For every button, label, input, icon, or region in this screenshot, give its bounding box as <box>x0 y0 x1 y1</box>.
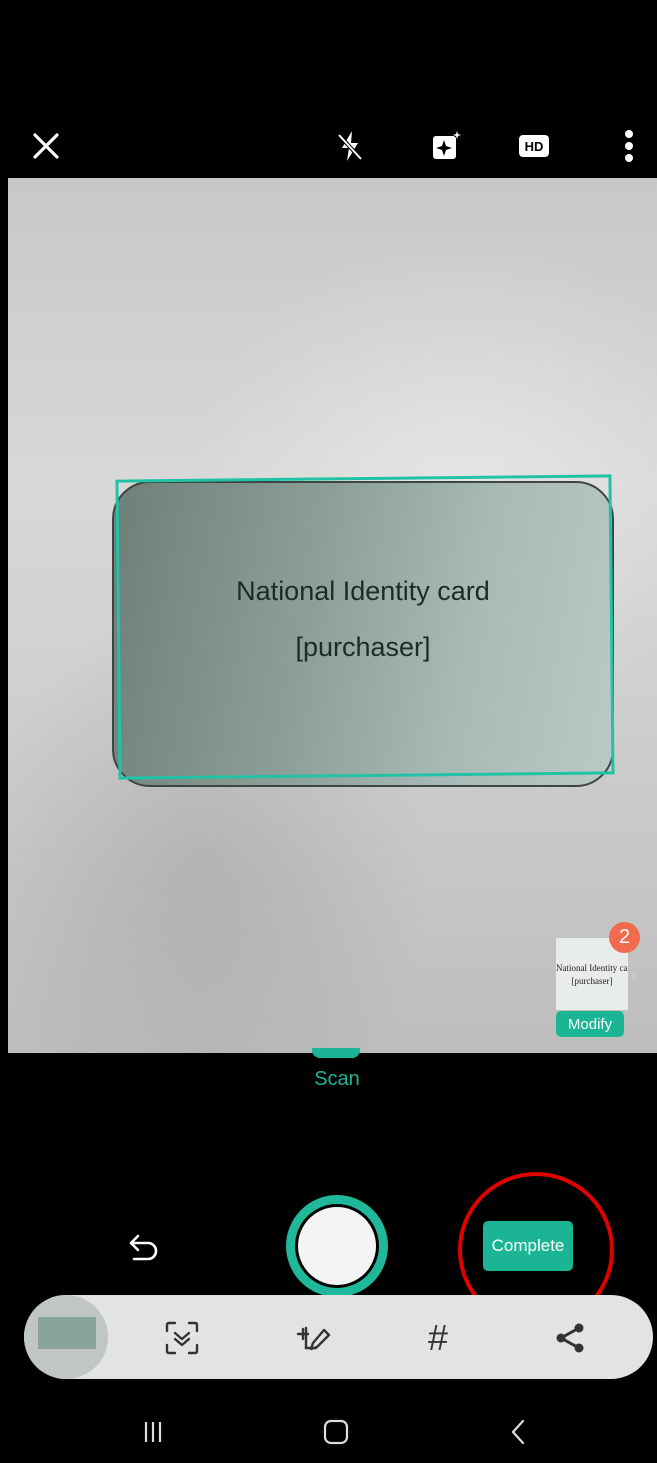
close-icon[interactable] <box>24 124 68 168</box>
detection-frame[interactable] <box>115 474 615 780</box>
mode-scan-tab[interactable]: Scan <box>300 1068 374 1091</box>
shutter-inner[interactable] <box>298 1207 376 1285</box>
flash-off-icon[interactable] <box>328 124 372 168</box>
thumbnail-text-line2: [purchaser] <box>571 976 613 986</box>
thumbnail-text-line1: National Identity card <box>556 963 628 973</box>
chevron-right-icon: › <box>630 965 637 987</box>
recents-icon[interactable] <box>131 1412 175 1452</box>
home-icon[interactable] <box>314 1412 358 1452</box>
mode-indicator <box>312 1048 360 1058</box>
hashtag-icon[interactable]: # <box>416 1316 460 1360</box>
back-icon[interactable] <box>497 1412 541 1452</box>
gallery-thumbnail-card <box>38 1317 96 1349</box>
hd-label: HD <box>519 135 549 157</box>
modify-button[interactable]: Modify <box>556 1011 624 1037</box>
auto-enhance-icon[interactable] <box>424 124 468 168</box>
add-page-edit-icon[interactable] <box>292 1316 336 1360</box>
gallery-thumbnail[interactable] <box>24 1295 108 1379</box>
share-icon[interactable] <box>548 1316 592 1360</box>
more-icon[interactable] <box>607 124 651 168</box>
hd-icon[interactable]: HD <box>512 124 556 168</box>
undo-icon <box>129 1234 158 1261</box>
page-count-badge: 2 <box>609 922 640 953</box>
undo-button[interactable] <box>122 1226 166 1270</box>
scan-qr-icon[interactable] <box>160 1316 204 1360</box>
